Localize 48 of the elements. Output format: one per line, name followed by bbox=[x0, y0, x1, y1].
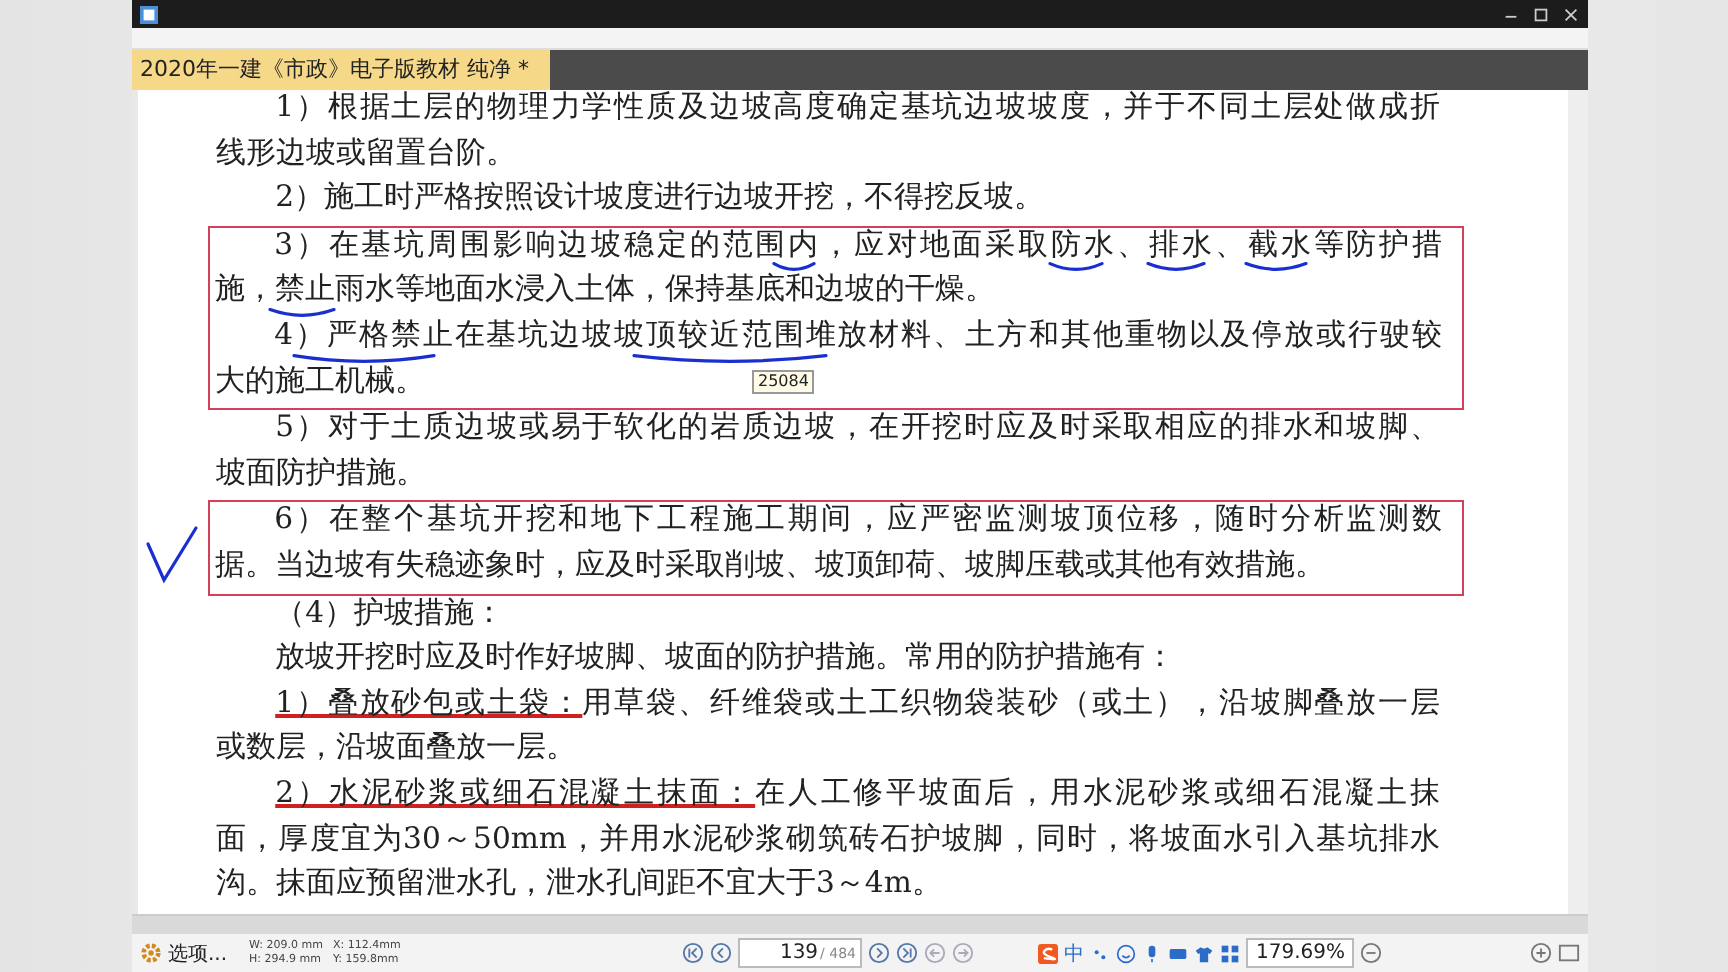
text-line: 4）严格禁止在基坑边坡坡顶较近范围堆放材料、土方和其他重物以及停放或行驶较 bbox=[272, 317, 1442, 354]
shirt-icon[interactable] bbox=[1194, 943, 1214, 963]
pen-stroke bbox=[1243, 262, 1307, 273]
pen-check-mark bbox=[143, 523, 199, 584]
text-line: 5）对于土质边坡或易于软化的岩质边坡，在开挖时应及时采取相应的排水和坡脚、 bbox=[273, 410, 1440, 446]
text-line: 大的施工机械。 bbox=[215, 363, 425, 399]
pen-stroke bbox=[771, 262, 815, 273]
previous-page-icon[interactable] bbox=[710, 942, 732, 964]
options-button[interactable]: 选项... bbox=[168, 939, 228, 967]
vertical-scrollbar[interactable] bbox=[1568, 90, 1588, 914]
text-line: 坡面防护措施。 bbox=[216, 455, 426, 491]
last-page-icon[interactable] bbox=[896, 942, 918, 964]
text-line: （4）护坡措施： bbox=[273, 595, 505, 631]
tooltip: 25084 bbox=[752, 370, 815, 394]
text-line: 面，厚度宜为30～50mm，并用水泥砂浆砌筑砖石护坡脚，同时，将坡面水引入基坑排水 bbox=[216, 821, 1440, 857]
text-line: 3）在基坑周围影响边坡稳定的范围内，应对地面采取防水、排水、截水等防护措 bbox=[272, 227, 1442, 263]
zoom-in-icon[interactable] bbox=[1530, 942, 1552, 964]
text-line: 施，禁止雨水等地面水浸入土体，保持基底和边坡的干燥。 bbox=[215, 272, 995, 308]
horizontal-scrollbar[interactable] bbox=[132, 914, 1588, 934]
text-line: 6）在整个基坑开挖和地下工程施工期间，应严密监测坡顶位移，随时分析监测数 bbox=[272, 502, 1442, 538]
first-page-icon[interactable] bbox=[682, 942, 704, 964]
maximize-icon[interactable] bbox=[1532, 5, 1550, 23]
pen-stroke bbox=[267, 307, 335, 318]
zoom-field[interactable]: 179.69% bbox=[1246, 938, 1354, 968]
grid-icon[interactable] bbox=[1220, 943, 1240, 963]
pen-stroke bbox=[1145, 262, 1205, 273]
close-icon[interactable] bbox=[1562, 5, 1580, 23]
input-method-logo-icon[interactable] bbox=[1038, 943, 1058, 963]
pen-stroke bbox=[1047, 262, 1103, 273]
next-page-icon[interactable] bbox=[868, 942, 890, 964]
text-line: 或数层，沿坡面叠放一层。 bbox=[216, 730, 576, 766]
settings-icon[interactable] bbox=[140, 942, 162, 964]
fit-page-icon[interactable] bbox=[1558, 942, 1580, 964]
pen-stroke bbox=[291, 353, 435, 364]
input-mode-label[interactable]: 中 bbox=[1064, 939, 1084, 967]
smiley-icon[interactable] bbox=[1116, 943, 1136, 963]
text-line: 1）叠放砂包或土袋：用草袋、纤维袋或土工织物袋装砂（或土），沿坡脚叠放一层 bbox=[273, 685, 1440, 721]
text-line: 2）施工时严格按照设计坡度进行边坡开挖，不得挖反坡。 bbox=[273, 180, 1045, 216]
text-line: 1）根据土层的物理力学性质及边坡高度确定基坑边坡坡度，并于不同土层处做成折 bbox=[273, 90, 1440, 126]
document-tab[interactable]: 2020年一建《市政》电子版教材 纯净 * bbox=[132, 50, 549, 90]
zoom-out-icon[interactable] bbox=[1360, 942, 1382, 964]
app-icon bbox=[140, 5, 158, 23]
text-line: 放坡开挖时应及时作好坡脚、坡面的防护措施。常用的防护措施有： bbox=[273, 640, 1176, 676]
text-line: 线形边坡或留置台阶。 bbox=[216, 135, 516, 171]
text-line: 2）水泥砂浆或细石混凝土抹面：在人工修平坡面后，用水泥砂浆或细石混凝土抹 bbox=[273, 775, 1440, 811]
text-line: 据。当边坡有失稳迹象时，应及时采取削坡、坡顶卸荷、坡脚压载或其他有效措施。 bbox=[215, 547, 1325, 584]
text-line: 沟。抹面应预留泄水孔，泄水孔间距不宜大于3～4m。 bbox=[216, 866, 942, 902]
keyboard-icon[interactable] bbox=[1168, 943, 1188, 963]
